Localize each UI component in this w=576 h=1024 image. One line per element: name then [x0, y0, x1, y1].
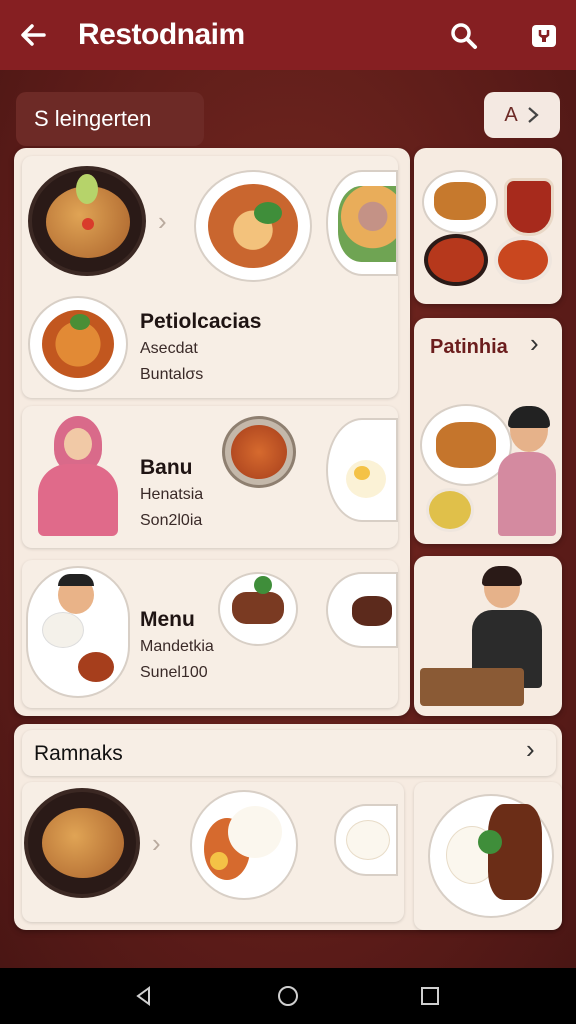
back-button[interactable]: [14, 16, 52, 54]
square-recents-icon: [421, 987, 439, 1005]
soup-bowl-image: [222, 416, 296, 488]
side-diner-panel[interactable]: [414, 556, 562, 716]
menu-card[interactable]: Banu Henatsia Son2l0ia: [22, 406, 398, 548]
meat-plate-image: [326, 572, 398, 648]
nav-recents-button[interactable]: [414, 980, 446, 1012]
boy-illustration: [492, 406, 558, 540]
app-bar: Restodnaim: [0, 0, 576, 70]
chevron-right-icon: [527, 107, 539, 123]
sambal-bowl-image: [494, 236, 552, 284]
system-nav-bar: [0, 968, 576, 1024]
card-subtitle: Mandetkia: [140, 638, 214, 655]
card-subtitle: Asecdat: [140, 340, 198, 357]
filter-button-label: A: [504, 103, 518, 126]
fried-dish-image: [422, 170, 498, 234]
nav-home-button[interactable]: [272, 980, 304, 1012]
nav-back-button[interactable]: [128, 980, 160, 1012]
card-name: Petiolcacias: [140, 310, 262, 333]
featured-dishes-row[interactable]: › Petiolcacias Asecdat Buntalσs: [22, 156, 398, 398]
side-panel-title: Patinhia: [430, 336, 508, 358]
satay-plate-image: [218, 572, 298, 646]
bottom-section-header[interactable]: Ramnaks ›: [22, 730, 556, 776]
bag-icon: [532, 25, 556, 47]
triangle-back-icon: [136, 986, 150, 1006]
curry-plate-image: [194, 170, 312, 282]
curry-bowl-image: [424, 234, 488, 286]
circle-home-icon: [278, 986, 298, 1006]
rice-chicken-plate-image: [428, 794, 554, 918]
bottom-feature-card[interactable]: [414, 782, 562, 930]
card-subtitle: Henatsia: [140, 486, 204, 503]
card-detail: Buntalσs: [140, 366, 204, 383]
woman-illustration: [30, 414, 134, 538]
bottom-dishes-row[interactable]: ›: [22, 782, 404, 922]
filter-button[interactable]: A: [484, 92, 560, 138]
pan-dish-image: [24, 788, 140, 898]
salad-plate-image: [326, 170, 398, 276]
nasi-plate-image: [190, 790, 298, 900]
category-chip[interactable]: S leingerten: [16, 92, 204, 146]
cart-button[interactable]: [524, 16, 564, 56]
card-detail: Sunel100: [140, 664, 208, 681]
category-chip-label: S leingerten: [34, 106, 152, 131]
noodle-plate-image: [28, 296, 128, 392]
pan-dish-image: [28, 166, 146, 276]
menu-card[interactable]: Menu Mandetkia Sunel100: [22, 560, 398, 708]
card-name: Menu: [140, 608, 195, 631]
man-illustration: [26, 566, 130, 698]
side-feature-panel[interactable]: Patinhia ›: [414, 318, 562, 544]
soup-bowl-image: [504, 178, 554, 236]
chevron-right-icon: ›: [530, 328, 539, 358]
rice-plate-image: [326, 418, 398, 522]
chevron-icon: ›: [158, 206, 167, 236]
arrow-left-icon: [21, 24, 46, 46]
chevron-right-icon: ›: [526, 734, 535, 764]
chevron-icon: ›: [152, 828, 161, 858]
table-surface: [420, 668, 524, 706]
rice-bowl-image: [334, 804, 398, 876]
app-title: Restodnaim: [78, 18, 245, 51]
card-detail: Son2l0ia: [140, 512, 203, 529]
card-name: Banu: [140, 456, 193, 479]
section-title: Ramnaks: [34, 742, 123, 765]
search-icon: [451, 23, 477, 49]
soup-bowl-image: [426, 488, 474, 532]
search-button[interactable]: [444, 16, 484, 56]
side-dishes-panel[interactable]: [414, 148, 562, 304]
